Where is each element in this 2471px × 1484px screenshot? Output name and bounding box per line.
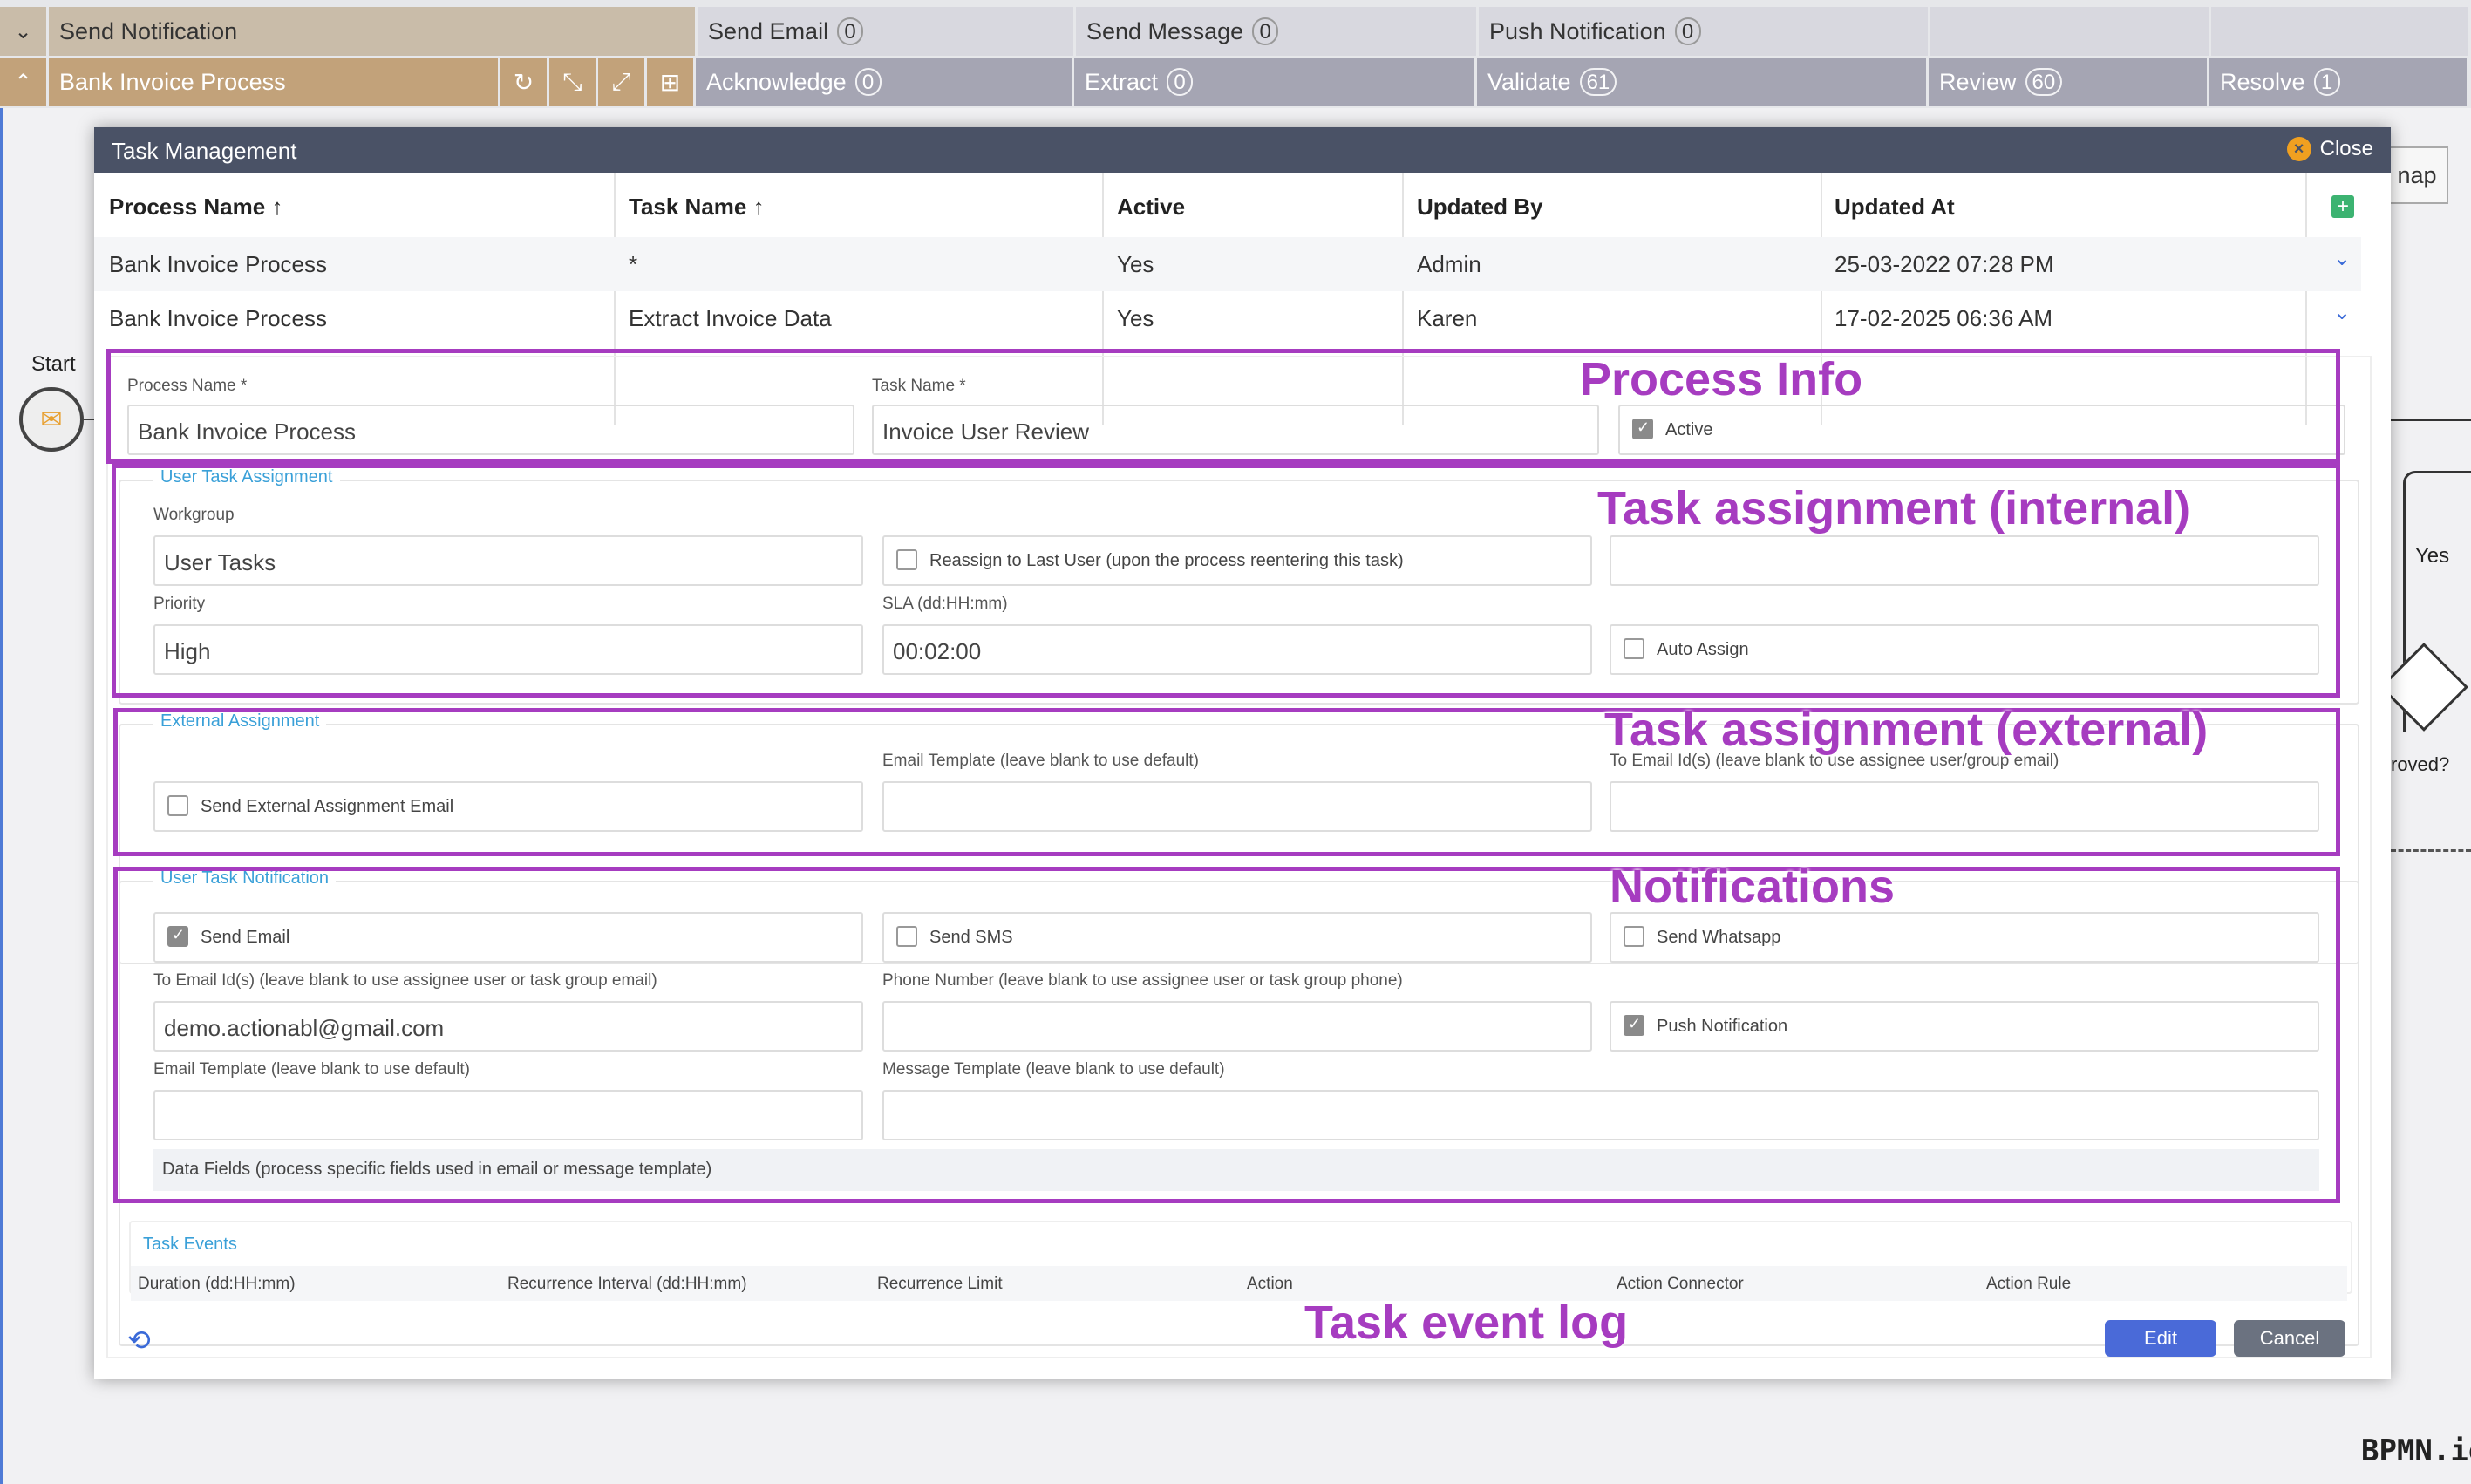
sequence-flow bbox=[2391, 419, 2471, 421]
task-extract[interactable]: Extract 0 bbox=[1074, 58, 1477, 106]
cell-active: Yes bbox=[1117, 251, 1154, 277]
header-updated-by[interactable]: Updated By bbox=[1417, 194, 1542, 221]
close-button[interactable]: × Close bbox=[2286, 137, 2373, 161]
count-badge: 0 bbox=[1167, 68, 1194, 96]
collapse-chevron-icon[interactable]: ⌄ bbox=[0, 7, 49, 56]
count-badge: 0 bbox=[854, 68, 882, 96]
task-resolve[interactable]: Resolve 1 bbox=[2209, 58, 2469, 106]
task-label: Send Email bbox=[708, 17, 829, 44]
task-acknowledge[interactable]: Acknowledge 0 bbox=[696, 58, 1074, 106]
edit-button[interactable]: Edit bbox=[2105, 1320, 2216, 1357]
events-header-action-connector: Action Connector bbox=[1617, 1275, 1744, 1293]
task-send-message[interactable]: Send Message 0 bbox=[1076, 7, 1479, 56]
cell-updated-by: Admin bbox=[1417, 251, 1481, 277]
expand-row-icon[interactable]: ⌄ bbox=[2333, 300, 2351, 325]
table-row[interactable]: Bank Invoice Process * Yes Admin 25-03-2… bbox=[94, 237, 2361, 291]
empty-cell bbox=[2211, 7, 2471, 56]
count-badge: 0 bbox=[1674, 17, 1701, 45]
expand-all-icon[interactable]: ⤢ bbox=[598, 58, 647, 106]
annotation-task-external: Task assignment (external) bbox=[1604, 704, 2209, 756]
add-task-icon[interactable]: ⊞ bbox=[647, 58, 696, 106]
process-label: Send Notification bbox=[59, 17, 238, 44]
cancel-button[interactable]: Cancel bbox=[2234, 1320, 2345, 1357]
process-bank-invoice[interactable]: Bank Invoice Process bbox=[49, 58, 500, 106]
events-header-action-rule: Action Rule bbox=[1986, 1275, 2072, 1293]
task-label: Send Message bbox=[1086, 17, 1244, 44]
annotation-task-internal: Task assignment (internal) bbox=[1597, 482, 2191, 534]
refresh-icon[interactable]: ↻ bbox=[500, 58, 549, 106]
association-line bbox=[2391, 849, 2471, 852]
sort-asc-icon: ↑ bbox=[271, 194, 283, 220]
start-event-envelope-icon[interactable]: ✉ bbox=[19, 387, 84, 452]
task-push-notification[interactable]: Push Notification 0 bbox=[1479, 7, 1930, 56]
cell-updated-at: 25-03-2022 07:28 PM bbox=[1835, 251, 2054, 277]
count-badge: 60 bbox=[2025, 68, 2063, 96]
annotation-box-process-info bbox=[106, 349, 2340, 464]
annotation-box-notifications bbox=[113, 867, 2340, 1203]
annotation-process-info: Process Info bbox=[1580, 353, 1863, 405]
header-updated-at[interactable]: Updated At bbox=[1835, 194, 1955, 221]
annotation-notifications: Notifications bbox=[1610, 861, 1896, 913]
count-badge: 61 bbox=[1579, 68, 1617, 96]
task-label: Acknowledge bbox=[706, 68, 847, 95]
task-label: Resolve bbox=[2220, 68, 2305, 95]
empty-cell bbox=[1930, 7, 2211, 56]
cell-task: Extract Invoice Data bbox=[629, 305, 832, 331]
history-icon[interactable]: ⟲ bbox=[127, 1324, 151, 1357]
start-label: Start bbox=[31, 352, 76, 376]
close-icon: × bbox=[2286, 137, 2311, 161]
cell-updated-at: 17-02-2025 06:36 AM bbox=[1835, 305, 2053, 331]
process-label: Bank Invoice Process bbox=[59, 68, 286, 95]
task-send-email[interactable]: Send Email 0 bbox=[698, 7, 1076, 56]
task-label: Extract bbox=[1085, 68, 1159, 95]
cell-updated-by: Karen bbox=[1417, 305, 1478, 331]
process-send-notification[interactable]: Send Notification bbox=[49, 7, 698, 56]
events-header-action: Action bbox=[1247, 1275, 1293, 1293]
count-badge: 0 bbox=[1252, 17, 1279, 45]
expand-chevron-icon[interactable]: ⌃ bbox=[0, 58, 49, 106]
expand-row-icon[interactable]: ⌄ bbox=[2333, 246, 2351, 271]
header-task-name[interactable]: Task Name ↑ bbox=[629, 194, 765, 221]
close-label: Close bbox=[2319, 137, 2373, 160]
cell-task: * bbox=[629, 251, 638, 277]
modal-title: Task Management bbox=[112, 138, 297, 164]
task-label: Push Notification bbox=[1489, 17, 1666, 44]
header-label: Process Name bbox=[109, 194, 266, 220]
task-events-legend: Task Events bbox=[136, 1235, 244, 1255]
count-badge: 0 bbox=[837, 17, 864, 45]
sort-asc-icon: ↑ bbox=[752, 194, 765, 220]
cell-process: Bank Invoice Process bbox=[109, 305, 328, 331]
task-label: Review bbox=[1939, 68, 2017, 95]
sequence-flow bbox=[84, 419, 94, 420]
task-review[interactable]: Review 60 bbox=[1929, 58, 2209, 106]
cell-process: Bank Invoice Process bbox=[109, 251, 328, 277]
events-header-duration: Duration (dd:HH:mm) bbox=[138, 1275, 296, 1293]
cell-active: Yes bbox=[1117, 305, 1154, 331]
minimap-button[interactable]: nap bbox=[2386, 146, 2448, 204]
table-row[interactable]: Bank Invoice Process Extract Invoice Dat… bbox=[94, 291, 2361, 345]
count-badge: 1 bbox=[2313, 68, 2340, 96]
modal-header: Task Management × Close bbox=[94, 127, 2391, 173]
top-bar-row-1: ⌄ Send Notification Send Email 0 Send Mes… bbox=[0, 7, 2471, 56]
task-validate[interactable]: Validate 61 bbox=[1477, 58, 1929, 106]
task-events-header: Duration (dd:HH:mm) Recurrence Interval … bbox=[131, 1266, 2347, 1301]
header-active[interactable]: Active bbox=[1117, 194, 1185, 221]
events-header-recurrence-interval: Recurrence Interval (dd:HH:mm) bbox=[507, 1275, 747, 1293]
header-label: Task Name bbox=[629, 194, 747, 220]
bpmn-io-watermark[interactable]: BPMN.io bbox=[2361, 1433, 2471, 1468]
task-label: Validate bbox=[1487, 68, 1571, 95]
approved-label: roved? bbox=[2391, 753, 2450, 775]
top-bar-row-2: ⌃ Bank Invoice Process ↻ ⤡ ⤢ ⊞ Acknowled… bbox=[0, 58, 2471, 106]
annotation-event-log: Task event log bbox=[1304, 1297, 1629, 1349]
events-header-recurrence-limit: Recurrence Limit bbox=[877, 1275, 1003, 1293]
collapse-all-icon[interactable]: ⤡ bbox=[549, 58, 598, 106]
header-process-name[interactable]: Process Name ↑ bbox=[109, 194, 282, 221]
yes-label: Yes bbox=[2415, 544, 2450, 568]
add-row-icon[interactable]: + bbox=[2331, 194, 2354, 218]
